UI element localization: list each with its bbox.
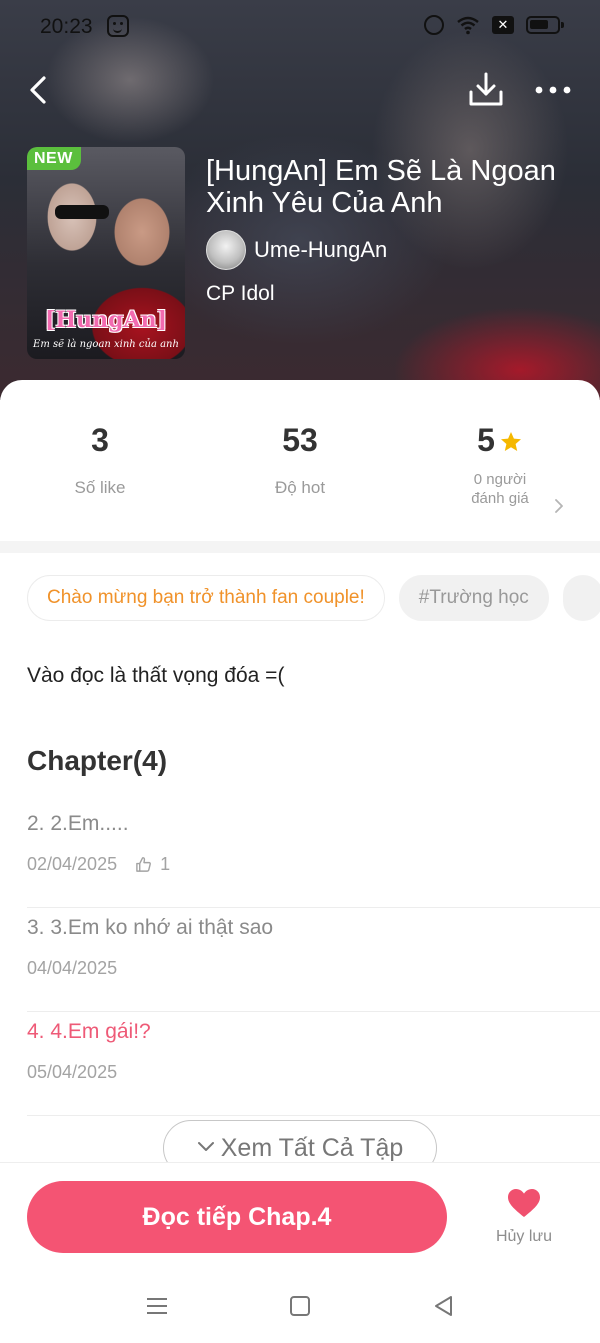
story-header: 20:23 ✕ NEW [HungAn] Em sẽ là ngoan xinh… bbox=[0, 0, 600, 400]
chevron-down-icon bbox=[197, 1142, 214, 1151]
genre-tag[interactable]: #Trường học bbox=[398, 575, 549, 621]
category-label[interactable]: CP Idol bbox=[206, 282, 275, 306]
stat-rating[interactable]: 5 0 người đánh giá bbox=[400, 420, 600, 508]
stats-row: 3 Số like 53 Độ hot 5 0 người đánh giá bbox=[0, 420, 600, 540]
view-all-label: Xem Tất Cả Tập bbox=[220, 1134, 404, 1162]
hot-count: 53 bbox=[282, 422, 318, 458]
more-icon[interactable] bbox=[533, 72, 573, 108]
back-icon[interactable] bbox=[22, 70, 62, 110]
chapter-item-current[interactable]: 4. 4.Em gái!? 05/04/2025 bbox=[27, 1012, 600, 1116]
chapter-title[interactable]: 4. 4.Em gái!? bbox=[27, 1020, 151, 1044]
chapter-like-count: 1 bbox=[160, 854, 171, 874]
sim-x-icon: ✕ bbox=[492, 16, 514, 34]
back-triangle-icon[interactable] bbox=[433, 1295, 455, 1317]
wifi-icon bbox=[457, 16, 479, 35]
download-icon[interactable] bbox=[466, 70, 506, 110]
avatar[interactable] bbox=[206, 230, 246, 270]
cover-subtitle: Em sẽ là ngoan xinh của anh bbox=[33, 339, 179, 350]
status-icons: ✕ bbox=[424, 15, 564, 35]
chapter-item[interactable]: 3. 3.Em ko nhớ ai thật sao 04/04/2025 bbox=[27, 908, 600, 1012]
chapter-heading: Chapter(4) bbox=[27, 745, 168, 776]
heart-icon[interactable] bbox=[507, 1188, 541, 1218]
story-title: [HungAn] Em Sẽ Là Ngoan Xinh Yêu Của Anh bbox=[206, 155, 556, 219]
chapter-item[interactable]: 2. 2.Em..... 02/04/2025 1 bbox=[27, 804, 600, 908]
hot-label: Độ hot bbox=[274, 478, 326, 497]
status-time: 20:23 bbox=[40, 15, 93, 38]
cover-figure bbox=[55, 205, 109, 219]
unsave-button[interactable]: Hủy lưu bbox=[486, 1188, 562, 1246]
star-icon bbox=[500, 432, 521, 451]
continue-reading-button[interactable]: Đọc tiếp Chap.4 bbox=[27, 1181, 447, 1253]
rating-value: 5 bbox=[477, 422, 495, 458]
home-icon[interactable] bbox=[290, 1296, 310, 1316]
story-summary: Vào đọc là thất vọng đóa =( bbox=[27, 664, 285, 687]
rating-caption: đánh giá bbox=[471, 490, 529, 507]
author[interactable]: Ume-HungAn bbox=[206, 230, 387, 270]
system-navigation-bar bbox=[0, 1281, 600, 1331]
bottom-action-bar: Đọc tiếp Chap.4 Hủy lưu bbox=[0, 1162, 600, 1343]
alarm-icon bbox=[424, 15, 444, 35]
menu-icon[interactable] bbox=[146, 1296, 168, 1316]
unsave-label: Hủy lưu bbox=[495, 1228, 553, 1245]
genre-tag-partial[interactable] bbox=[562, 575, 600, 621]
stat-hot: 53 Độ hot bbox=[200, 420, 400, 498]
thumb-up-icon bbox=[136, 857, 152, 872]
likes-count: 3 bbox=[91, 422, 109, 458]
chapter-date: 05/04/2025 bbox=[27, 1062, 118, 1082]
new-badge: NEW bbox=[27, 147, 81, 170]
chapter-title[interactable]: 3. 3.Em ko nhớ ai thật sao bbox=[27, 916, 273, 940]
stat-likes: 3 Số like bbox=[0, 420, 200, 498]
tag-list: Chào mừng bạn trở thành fan couple! #Trư… bbox=[27, 575, 600, 623]
chapter-likes: 1 bbox=[135, 854, 170, 875]
app-notification-icon bbox=[107, 15, 129, 37]
cover-image: NEW [HungAn] Em sẽ là ngoan xinh của anh bbox=[27, 147, 185, 359]
fan-couple-tag[interactable]: Chào mừng bạn trở thành fan couple! bbox=[27, 575, 385, 621]
chapter-date: 04/04/2025 bbox=[27, 958, 118, 978]
author-name[interactable]: Ume-HungAn bbox=[254, 237, 387, 263]
chapter-list: 2. 2.Em..... 02/04/2025 1 3. 3.Em ko nhớ… bbox=[27, 804, 600, 1116]
chapter-title[interactable]: 2. 2.Em..... bbox=[27, 812, 129, 836]
chevron-right-icon[interactable] bbox=[553, 498, 565, 514]
rating-count-label: 0 người bbox=[473, 471, 527, 488]
cover-title: [HungAn] bbox=[44, 307, 168, 333]
battery-icon bbox=[526, 16, 564, 34]
status-bar: 20:23 ✕ bbox=[0, 0, 600, 54]
section-divider bbox=[0, 541, 600, 553]
chapter-date: 02/04/2025 bbox=[27, 854, 118, 874]
likes-label: Số like bbox=[74, 478, 126, 497]
